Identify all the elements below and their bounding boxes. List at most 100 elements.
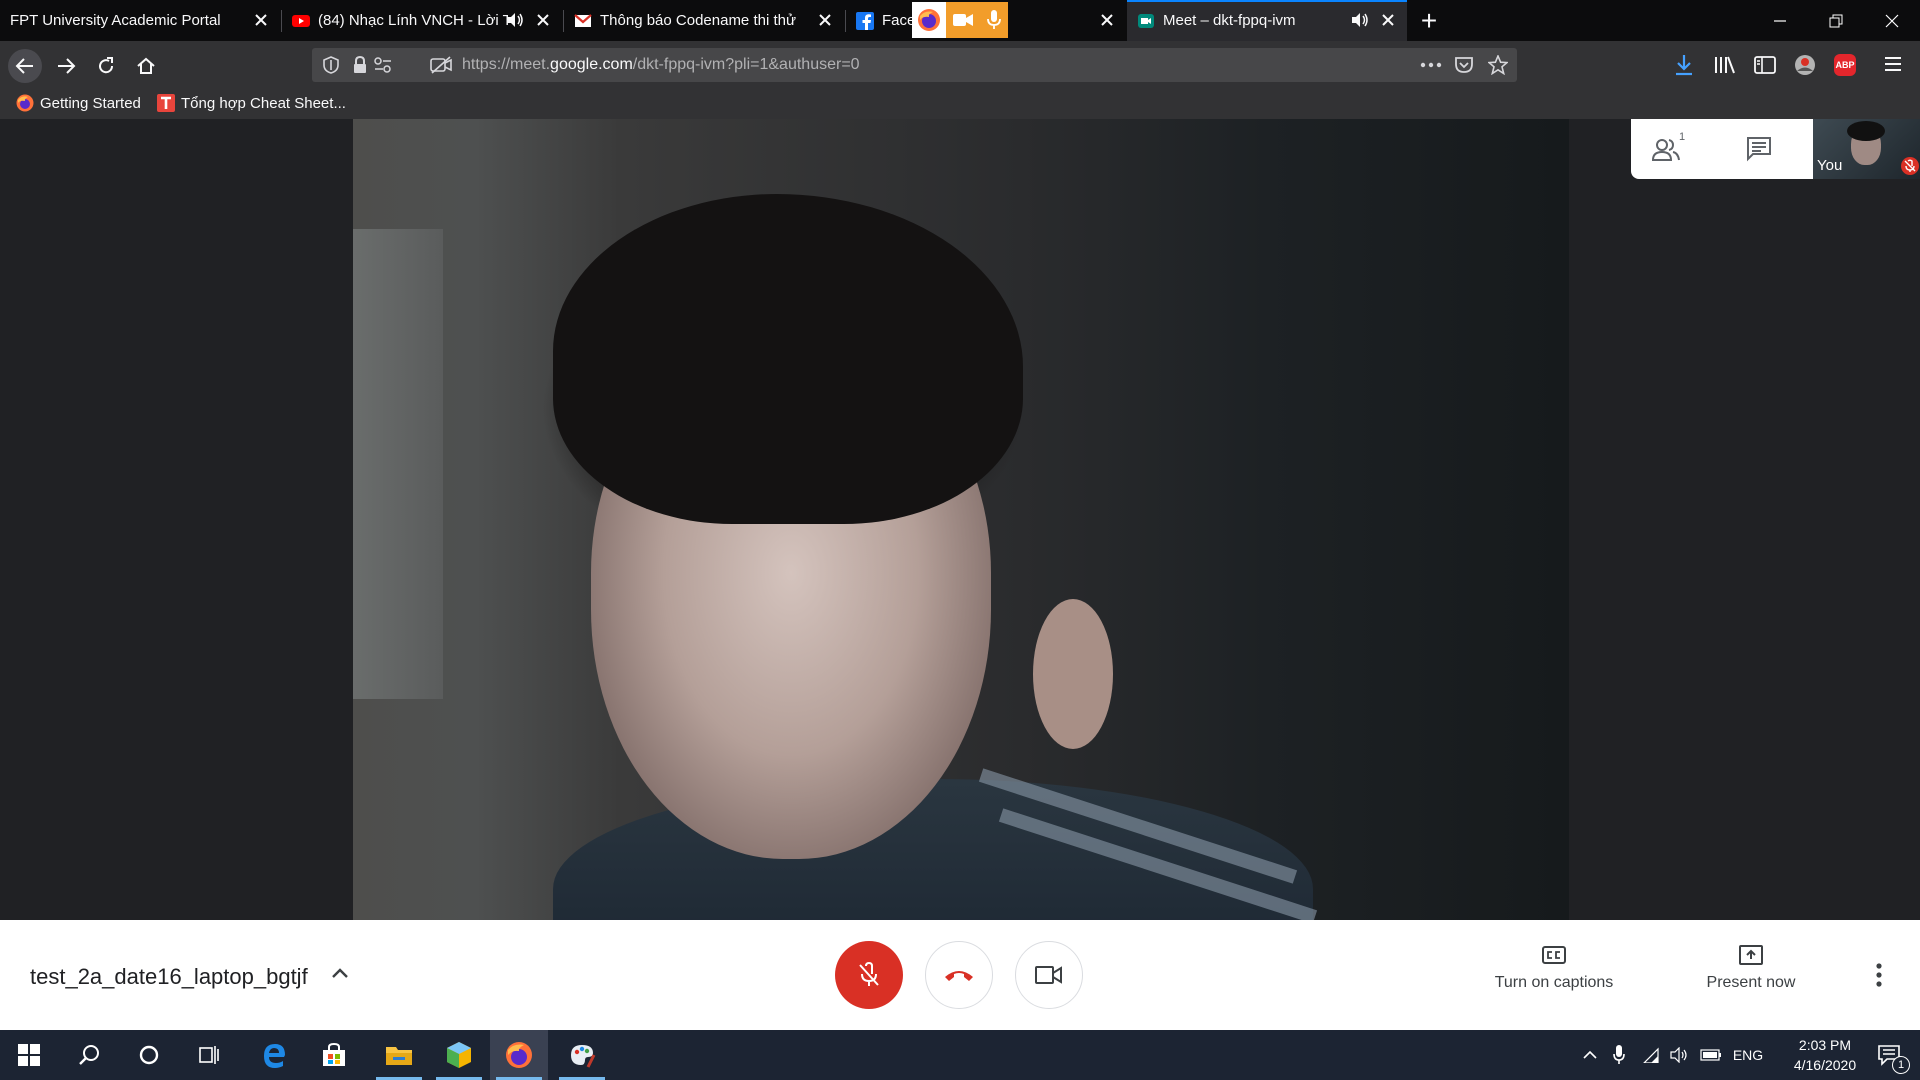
- minimize-button[interactable]: [1752, 0, 1808, 41]
- captions-button[interactable]: Turn on captions: [1487, 944, 1621, 992]
- meet-top-panel: 1: [1631, 119, 1813, 179]
- meeting-details[interactable]: test_2a_date16_laptop_bgtjf: [30, 964, 308, 990]
- speaker-icon: [1670, 1047, 1687, 1063]
- restore-button[interactable]: [1808, 0, 1864, 41]
- url-text[interactable]: https://meet.google.com/dkt-fppq-ivm?pli…: [462, 56, 860, 74]
- close-icon[interactable]: [534, 11, 552, 29]
- sharing-indicator[interactable]: [912, 2, 1008, 38]
- leave-call-button[interactable]: [925, 941, 993, 1009]
- bookmark-getting-started[interactable]: Getting Started: [16, 94, 141, 112]
- page-actions-icon[interactable]: [1420, 62, 1442, 68]
- self-label: You: [1817, 157, 1843, 174]
- sidebar-icon[interactable]: [1754, 55, 1776, 75]
- taskbar-paint[interactable]: [553, 1030, 611, 1080]
- paint-icon: [571, 1045, 596, 1068]
- url-prefix: https://meet.: [462, 56, 551, 73]
- facebook-icon: [856, 11, 874, 30]
- close-icon[interactable]: [1379, 11, 1397, 29]
- present-screen-icon: [1739, 945, 1763, 965]
- task-view-button[interactable]: [180, 1030, 238, 1080]
- tab-gmail[interactable]: Thông báo Codename thi thử: [564, 0, 844, 41]
- closed-captions-icon: [1542, 946, 1566, 964]
- mic-off-icon: [1901, 157, 1919, 175]
- taskbar-edge[interactable]: [245, 1030, 303, 1080]
- camera-toggle-button[interactable]: [1015, 941, 1083, 1009]
- tracking-shield-icon[interactable]: [322, 56, 340, 74]
- adblock-plus-button[interactable]: ABP: [1834, 54, 1856, 76]
- bookmark-cheat-sheet[interactable]: Tổng hợp Cheat Sheet...: [157, 94, 346, 112]
- tab-facebook[interactable]: Face: [846, 0, 1126, 41]
- speaker-icon[interactable]: [1351, 12, 1369, 28]
- action-center-button[interactable]: 1: [1864, 1030, 1914, 1080]
- edge-icon: [264, 1044, 285, 1068]
- language-indicator: ENG: [1732, 1047, 1764, 1063]
- camera-icon: [1035, 966, 1062, 984]
- more-options-icon[interactable]: [1875, 963, 1883, 987]
- microphone-icon: [1613, 1045, 1625, 1064]
- participant-video: [353, 119, 1569, 920]
- cortana-icon: [139, 1045, 159, 1065]
- home-button[interactable]: [129, 49, 163, 83]
- close-icon[interactable]: [252, 11, 270, 29]
- app-cube-icon: [447, 1042, 471, 1068]
- close-icon[interactable]: [816, 11, 834, 29]
- restore-icon: [1829, 14, 1843, 27]
- permissions-icon[interactable]: [374, 57, 392, 73]
- show-hidden-icons[interactable]: [1576, 1030, 1604, 1080]
- menu-icon[interactable]: [1884, 56, 1902, 72]
- chat-button[interactable]: [1737, 129, 1781, 169]
- speaker-icon[interactable]: [506, 12, 524, 28]
- url-bar[interactable]: https://meet.google.com/dkt-fppq-ivm?pli…: [312, 48, 1517, 82]
- tab-fpt-portal[interactable]: FPT University Academic Portal: [0, 0, 280, 41]
- firefox-icon: [506, 1042, 532, 1068]
- meet-icon: [1138, 13, 1154, 28]
- library-icon[interactable]: [1714, 55, 1736, 75]
- forward-button[interactable]: [49, 49, 83, 83]
- microphone-toggle-button[interactable]: [835, 941, 903, 1009]
- close-icon: [1885, 14, 1899, 27]
- back-button[interactable]: [8, 49, 42, 83]
- search-icon: [79, 1045, 99, 1065]
- camera-permission-icon[interactable]: [430, 56, 452, 74]
- firefox-icon: [16, 94, 34, 112]
- tray-battery[interactable]: [1696, 1030, 1726, 1080]
- chevron-up-icon: [1583, 1050, 1597, 1059]
- account-icon[interactable]: [1794, 54, 1816, 76]
- mic-off-icon: [859, 961, 879, 986]
- bookmarks-toolbar: Getting Started Tổng hợp Cheat Sheet...: [0, 90, 1920, 119]
- chevron-up-icon[interactable]: [330, 966, 350, 980]
- taskbar-file-explorer[interactable]: [370, 1030, 428, 1080]
- person-hair: [553, 194, 1023, 524]
- search-button[interactable]: [60, 1030, 118, 1080]
- minimize-icon: [1774, 19, 1786, 22]
- tab-meet[interactable]: Meet – dkt-fppq-ivm: [1127, 0, 1407, 41]
- taskbar-firefox[interactable]: [490, 1030, 548, 1080]
- taskbar-app-cube[interactable]: [430, 1030, 488, 1080]
- new-tab-button[interactable]: +: [1412, 4, 1446, 38]
- tray-network[interactable]: [1636, 1030, 1664, 1080]
- back-arrow-icon: [15, 58, 33, 74]
- taskbar-store[interactable]: [305, 1030, 363, 1080]
- people-button[interactable]: 1: [1647, 129, 1691, 169]
- start-button[interactable]: [0, 1030, 58, 1080]
- tab-title: Thông báo Codename thi thử: [600, 12, 797, 29]
- tray-volume[interactable]: [1666, 1030, 1694, 1080]
- captions-label: Turn on captions: [1494, 974, 1614, 991]
- reload-button[interactable]: [89, 49, 123, 83]
- close-icon[interactable]: [1098, 11, 1116, 29]
- tray-language[interactable]: ENG: [1728, 1030, 1768, 1080]
- self-video-tile[interactable]: You: [1813, 119, 1920, 179]
- tray-microphone[interactable]: [1606, 1030, 1632, 1080]
- store-icon: [323, 1042, 345, 1066]
- tab-youtube[interactable]: (84) Nhạc Lính VNCH - Lời T: [282, 0, 562, 41]
- navigation-toolbar: https://meet.google.com/dkt-fppq-ivm?pli…: [0, 41, 1920, 90]
- pocket-icon[interactable]: [1454, 56, 1474, 74]
- present-now-button[interactable]: Present now: [1698, 944, 1804, 992]
- chat-icon: [1747, 137, 1771, 162]
- close-window-button[interactable]: [1864, 0, 1920, 41]
- lock-icon[interactable]: [352, 56, 368, 74]
- bookmark-star-icon[interactable]: [1488, 55, 1508, 75]
- download-icon[interactable]: [1674, 54, 1694, 76]
- bookmark-label: Tổng hợp Cheat Sheet...: [181, 94, 346, 112]
- cortana-button[interactable]: [120, 1030, 178, 1080]
